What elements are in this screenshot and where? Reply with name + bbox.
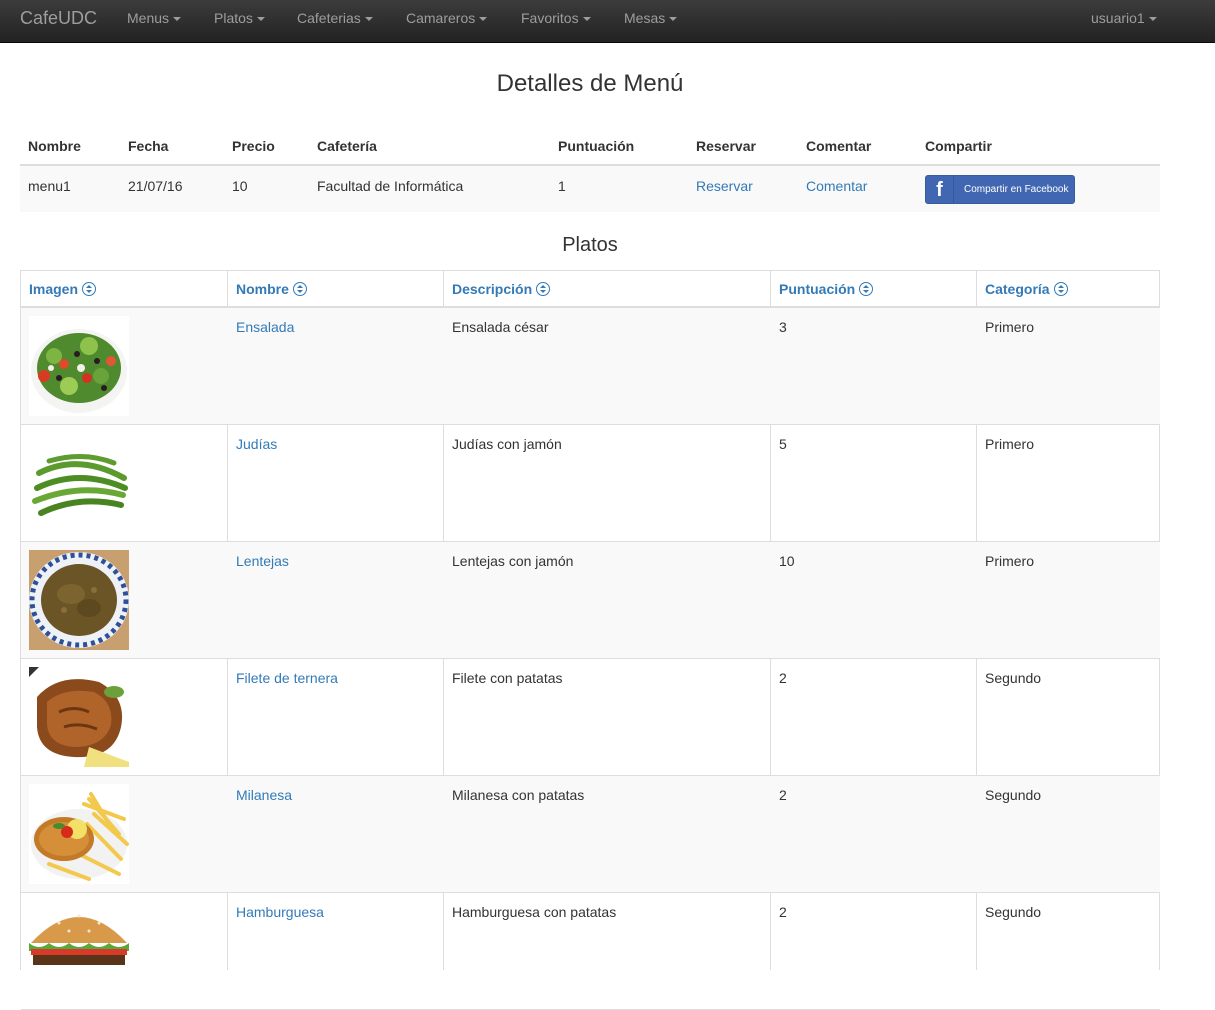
plato-description: Hamburguesa con patatas bbox=[452, 904, 617, 920]
nav-label: Cafeterias bbox=[297, 10, 361, 26]
menu-rating: 1 bbox=[558, 178, 566, 194]
sort-categoria-header[interactable]: Categoría bbox=[985, 281, 1068, 297]
sort-nombre-header[interactable]: Nombre bbox=[236, 281, 307, 297]
comentar-link[interactable]: Comentar bbox=[806, 178, 867, 194]
caret-down-icon bbox=[173, 17, 182, 22]
caret-down-icon bbox=[1148, 17, 1157, 22]
caret-down-icon bbox=[479, 17, 488, 22]
menu-date: 21/07/16 bbox=[128, 178, 183, 194]
header-label: Descripción bbox=[452, 281, 533, 297]
table-row: Lentejas Lentejas con jamón 10 Primero bbox=[21, 542, 1160, 659]
sort-icon bbox=[292, 282, 307, 296]
table-header-row: Imagen Nombre Descripción Puntuación Cat… bbox=[21, 270, 1160, 308]
plato-rating: 3 bbox=[779, 319, 787, 335]
header-label: Puntuación bbox=[779, 281, 856, 297]
platos-table: Imagen Nombre Descripción Puntuación Cat… bbox=[20, 270, 1160, 1010]
plato-rating: 10 bbox=[779, 553, 795, 569]
page-title: Detalles de Menú bbox=[496, 70, 684, 97]
plato-description: Filete con patatas bbox=[452, 670, 563, 686]
header-puntuacion: Puntuación bbox=[558, 138, 635, 154]
plato-name-link[interactable]: Filete de ternera bbox=[236, 670, 338, 686]
user-name: usuario1 bbox=[1091, 10, 1145, 26]
header-label: Imagen bbox=[29, 281, 79, 297]
table-row: Judías Judías con jamón 5 Primero bbox=[21, 425, 1160, 542]
lentejas-image bbox=[29, 550, 129, 650]
plato-rating: 5 bbox=[779, 436, 787, 452]
table-header-row: Nombre Fecha Precio Cafetería Puntuación… bbox=[20, 126, 1160, 166]
milanesa-image bbox=[29, 784, 129, 884]
nav-favoritos-dropdown[interactable]: Favoritos bbox=[521, 10, 591, 26]
nav-label: Favoritos bbox=[521, 10, 579, 26]
sort-icon bbox=[536, 282, 551, 296]
platos-title: Platos bbox=[562, 234, 618, 256]
header-comentar: Comentar bbox=[806, 138, 872, 154]
plato-category: Primero bbox=[985, 319, 1035, 335]
navbar: CafeUDC Menus Platos Cafeterias Camarero… bbox=[0, 0, 1215, 43]
plato-description: Lentejas con jamón bbox=[452, 553, 574, 569]
judias-image bbox=[29, 433, 129, 533]
nav-label: Camareros bbox=[406, 10, 476, 26]
nav-platos-dropdown[interactable]: Platos bbox=[214, 10, 265, 26]
nav-camareros-dropdown[interactable]: Camareros bbox=[406, 10, 488, 26]
sort-icon bbox=[82, 282, 97, 296]
header-nombre: Nombre bbox=[28, 138, 81, 154]
sort-puntuacion-header[interactable]: Puntuación bbox=[779, 281, 874, 297]
share-facebook-button[interactable]: f Compartir en Facebook bbox=[925, 175, 1075, 204]
table-row: Milanesa Milanesa con patatas 2 Segundo bbox=[21, 776, 1160, 893]
ensalada-image bbox=[29, 316, 129, 416]
user-dropdown[interactable]: usuario1 bbox=[1091, 10, 1157, 26]
header-fecha: Fecha bbox=[128, 138, 169, 154]
plato-category: Segundo bbox=[985, 904, 1042, 920]
table-row: menu1 21/07/16 10 Facultad de Informátic… bbox=[20, 166, 1160, 212]
caret-down-icon bbox=[256, 17, 265, 22]
sort-icon bbox=[1053, 282, 1068, 296]
caret-down-icon bbox=[364, 17, 373, 22]
plato-category: Primero bbox=[985, 553, 1035, 569]
header-precio: Precio bbox=[232, 138, 275, 154]
table-row: Ensalada Ensalada césar 3 Primero bbox=[21, 308, 1160, 425]
header-label: Nombre bbox=[236, 281, 289, 297]
plato-description: Ensalada césar bbox=[452, 319, 549, 335]
nav-menus-dropdown[interactable]: Menus bbox=[127, 10, 182, 26]
sort-imagen-header[interactable]: Imagen bbox=[29, 281, 97, 297]
hamburguesa-image bbox=[29, 901, 129, 1001]
nav-label: Mesas bbox=[624, 10, 666, 26]
facebook-icon: f bbox=[926, 176, 954, 203]
nav-cafeterias-dropdown[interactable]: Cafeterias bbox=[297, 10, 373, 26]
caret-down-icon bbox=[669, 17, 678, 22]
plato-rating: 2 bbox=[779, 904, 787, 920]
menu-price: 10 bbox=[232, 178, 248, 194]
plato-description: Judías con jamón bbox=[452, 436, 562, 452]
header-reservar: Reservar bbox=[696, 138, 756, 154]
plato-rating: 2 bbox=[779, 787, 787, 803]
brand-link[interactable]: CafeUDC bbox=[20, 8, 97, 29]
plato-name-link[interactable]: Hamburguesa bbox=[236, 904, 324, 920]
plato-name-link[interactable]: Judías bbox=[236, 436, 277, 452]
plato-description: Milanesa con patatas bbox=[452, 787, 585, 803]
plato-rating: 2 bbox=[779, 670, 787, 686]
plato-category: Segundo bbox=[985, 787, 1042, 803]
table-row: Filete de ternera Filete con patatas 2 S… bbox=[21, 659, 1160, 776]
caret-down-icon bbox=[582, 17, 591, 22]
sort-icon bbox=[859, 282, 874, 296]
share-facebook-label: Compartir en Facebook bbox=[964, 184, 1069, 195]
plato-category: Primero bbox=[985, 436, 1035, 452]
plato-category: Segundo bbox=[985, 670, 1042, 686]
nav-label: Platos bbox=[214, 10, 253, 26]
filete-image bbox=[29, 667, 129, 767]
header-compartir: Compartir bbox=[925, 138, 992, 154]
reservar-link[interactable]: Reservar bbox=[696, 178, 753, 194]
menu-cafeteria: Facultad de Informática bbox=[317, 178, 464, 194]
menu-name: menu1 bbox=[28, 178, 71, 194]
plato-name-link[interactable]: Ensalada bbox=[236, 319, 294, 335]
plato-name-link[interactable]: Lentejas bbox=[236, 553, 289, 569]
sort-descripcion-header[interactable]: Descripción bbox=[452, 281, 551, 297]
header-label: Categoría bbox=[985, 281, 1050, 297]
nav-mesas-dropdown[interactable]: Mesas bbox=[624, 10, 678, 26]
header-cafeteria: Cafetería bbox=[317, 138, 377, 154]
nav-label: Menus bbox=[127, 10, 170, 26]
plato-name-link[interactable]: Milanesa bbox=[236, 787, 292, 803]
